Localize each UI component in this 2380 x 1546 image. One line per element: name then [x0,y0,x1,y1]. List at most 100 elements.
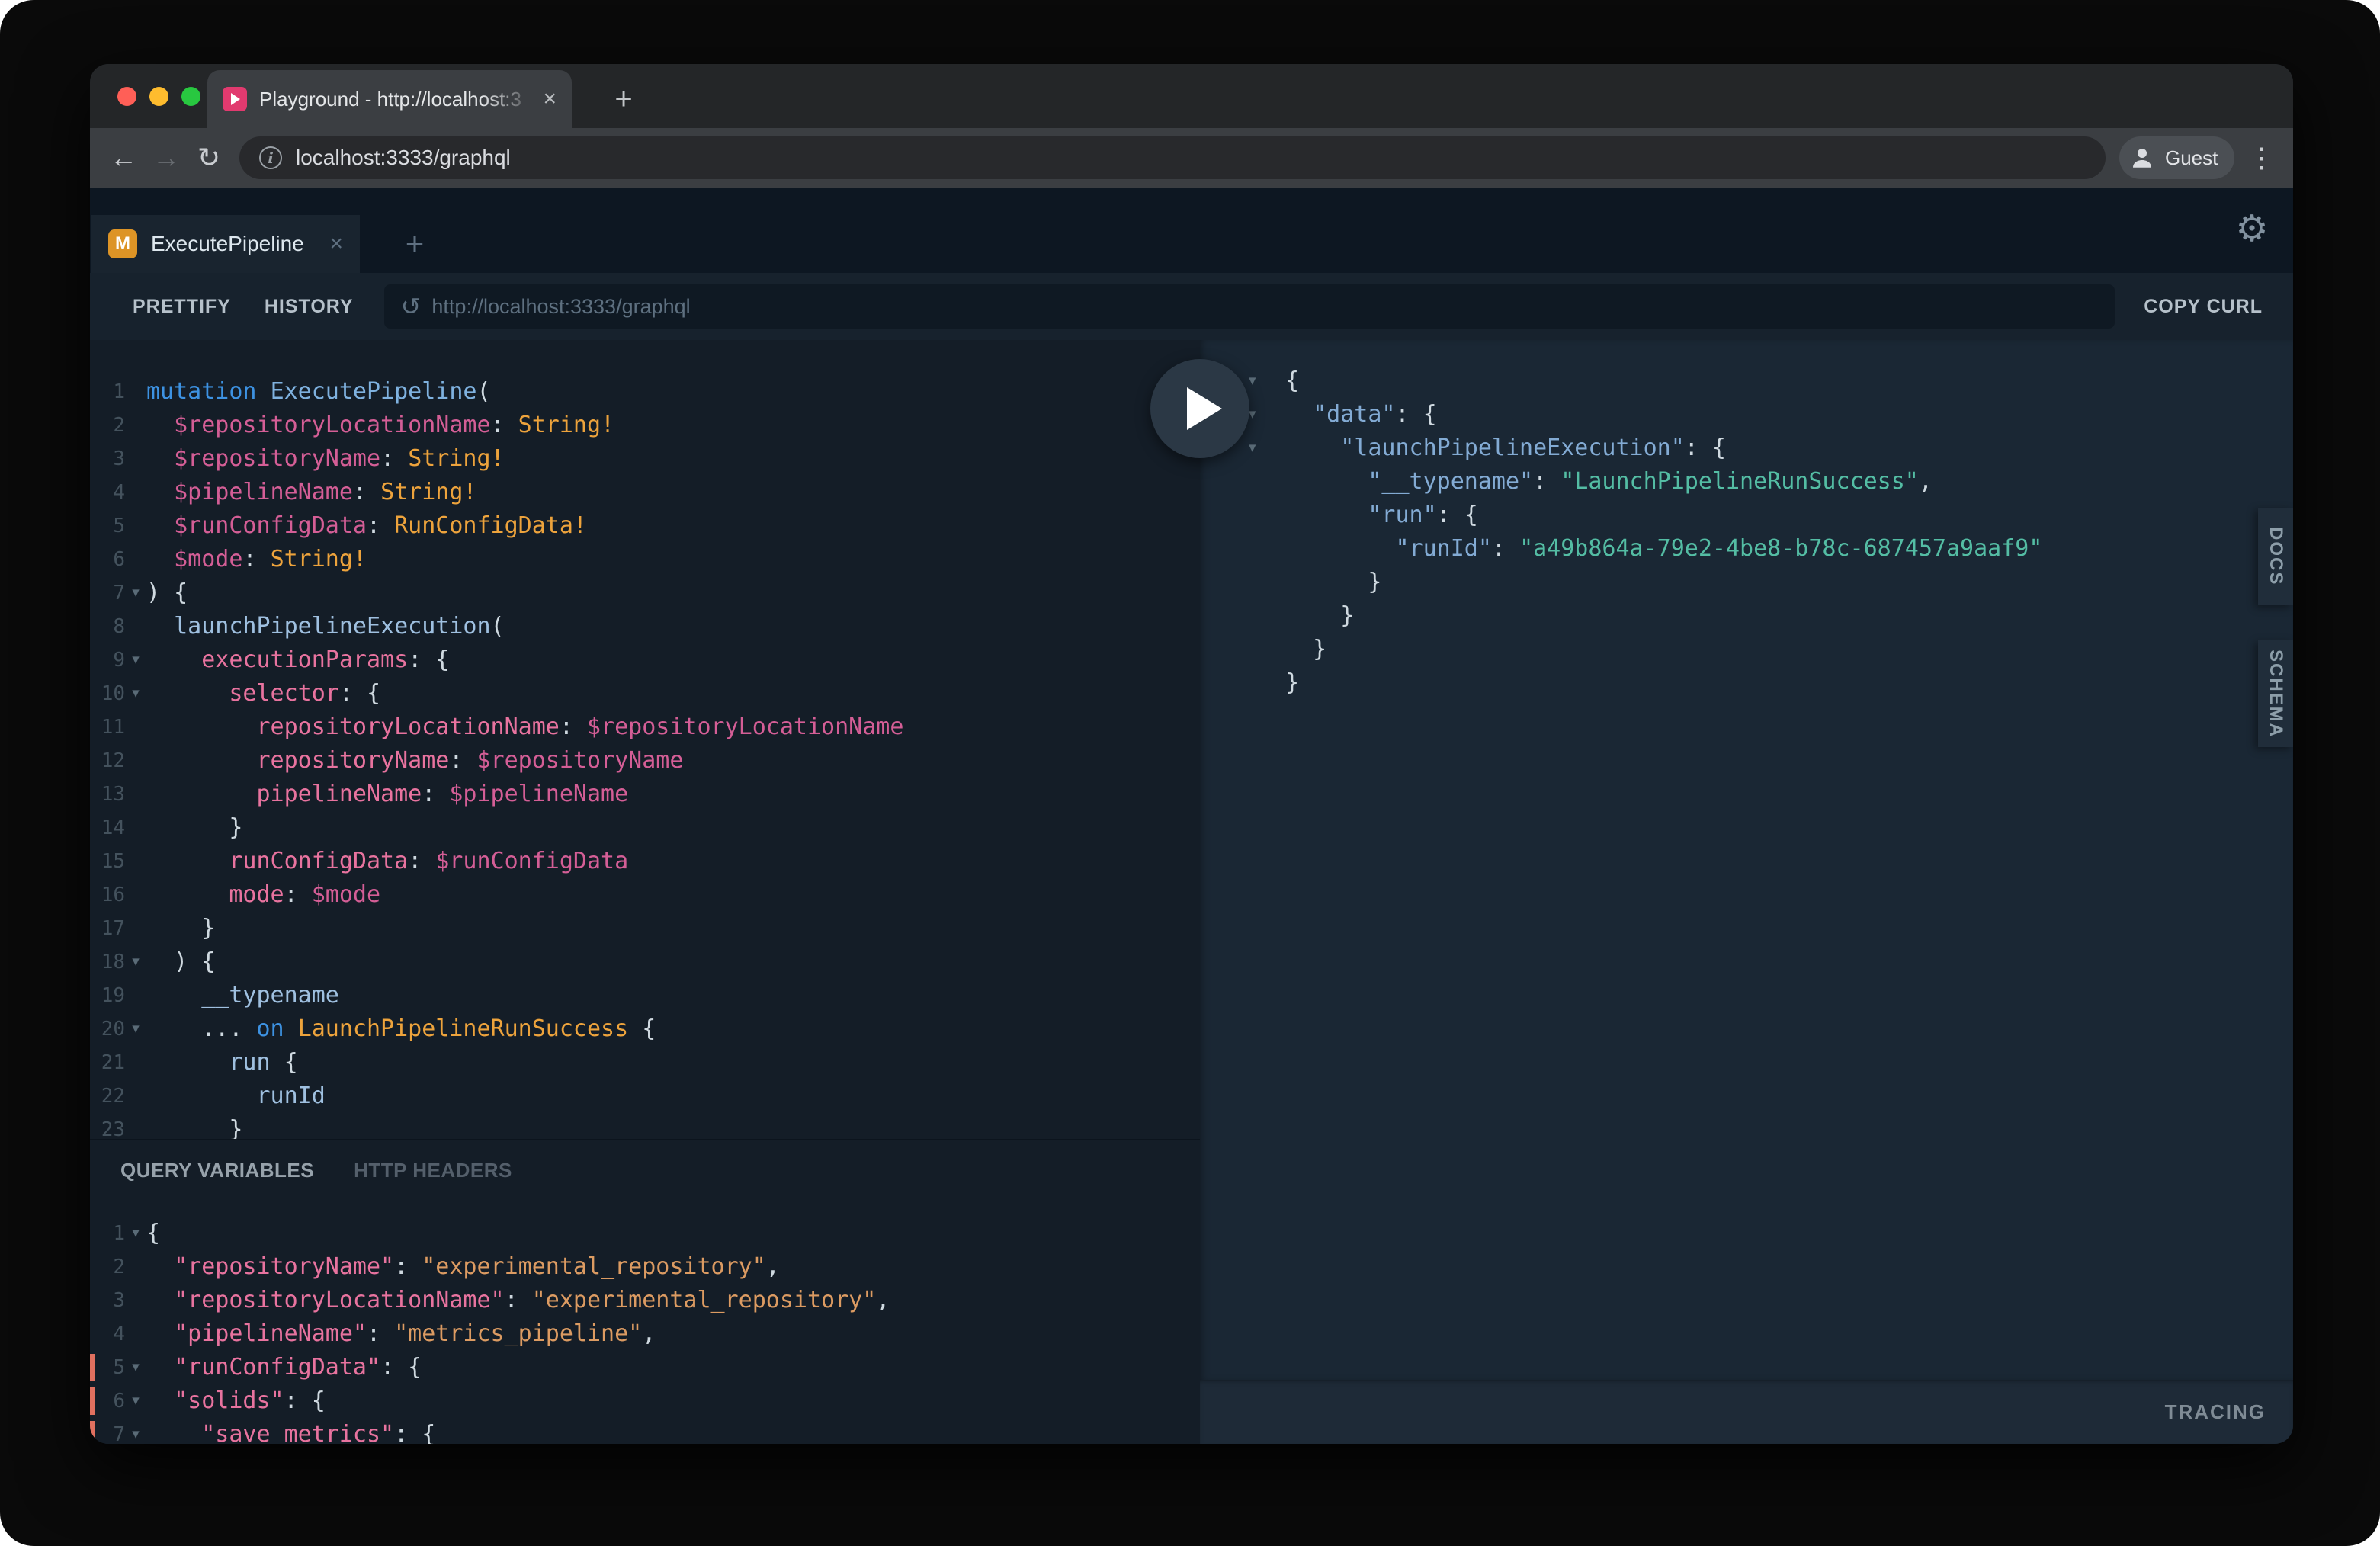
query-editor-line[interactable]: 13 pipelineName: $pipelineName [90,778,1200,811]
query-editor-line[interactable]: 22 runId [90,1079,1200,1113]
response-line[interactable]: "__typename": "LaunchPipelineRunSuccess"… [1200,465,2293,499]
browser-window: Playground - http://localhost:3 × + ← → … [90,64,2293,1444]
fold-arrow-icon[interactable]: ▾ [125,1012,146,1046]
response-line[interactable]: "run": { [1200,499,2293,532]
fold-arrow-icon [1244,566,1285,599]
endpoint-input[interactable]: ↺ http://localhost:3333/graphql [384,284,2115,329]
browser-menu-icon[interactable]: ⋮ [2240,142,2282,174]
copy-curl-button[interactable]: COPY CURL [2128,285,2267,329]
response-line[interactable]: } [1200,666,2293,700]
new-tab-button[interactable]: + [605,81,642,117]
fold-arrow-icon [125,476,146,509]
response-line[interactable]: ▾ "launchPipelineExecution": { [1200,431,2293,465]
query-editor-line[interactable]: 9▾ executionParams: { [90,643,1200,677]
variables-editor[interactable]: 1▾{2 "repositoryName": "experimental_rep… [90,1188,1200,1444]
query-editor-line[interactable]: 14 } [90,811,1200,845]
reload-schema-icon[interactable]: ↺ [401,294,422,319]
query-editor[interactable]: 1mutation ExecutePipeline(2 $repositoryL… [90,340,1200,1139]
maximize-window-button[interactable] [181,87,200,106]
history-button[interactable]: HISTORY [248,285,370,329]
fold-arrow-icon[interactable]: ▾ [125,1384,146,1418]
response-line[interactable]: ▾ "data": { [1200,398,2293,431]
reload-button-icon[interactable]: ↻ [188,142,230,174]
query-editor-line[interactable]: 7▾) { [90,576,1200,610]
tab-close-icon[interactable]: × [543,88,557,111]
profile-button[interactable]: Guest [2119,136,2234,179]
code-text: "launchPipelineExecution": { [1285,431,1726,465]
query-editor-line[interactable]: 5 $runConfigData: RunConfigData! [90,509,1200,543]
query-editor-line[interactable]: 18▾ ) { [90,945,1200,979]
close-window-button[interactable] [117,87,136,106]
response-viewer[interactable]: ▾{▾ "data": {▾ "launchPipelineExecution"… [1200,340,2293,1380]
query-editor-line[interactable]: 19 __typename [90,979,1200,1012]
query-editor-line[interactable]: 15 runConfigData: $runConfigData [90,845,1200,878]
forward-button-icon[interactable]: → [145,142,188,174]
variables-line[interactable]: 2 "repositoryName": "experimental_reposi… [90,1250,1200,1284]
address-bar[interactable]: i localhost:3333/graphql [239,136,2106,179]
http-headers-tab[interactable]: HTTP HEADERS [354,1159,512,1182]
settings-gear-icon[interactable]: ⚙ [2229,206,2275,252]
docs-side-tab[interactable]: DOCS [2258,508,2293,605]
response-line[interactable]: } [1200,599,2293,633]
playground-tab-close-icon[interactable]: × [329,233,343,255]
variables-line[interactable]: 3 "repositoryLocationName": "experimenta… [90,1284,1200,1317]
tracing-bar[interactable]: TRACING [1200,1380,2293,1444]
fold-arrow-icon[interactable]: ▾ [125,643,146,677]
fold-arrow-icon[interactable]: ▾ [125,677,146,710]
browser-tab[interactable]: Playground - http://localhost:3 × [207,70,572,128]
query-editor-line[interactable]: 21 run { [90,1046,1200,1079]
playground-new-tab-button[interactable]: + [393,223,436,265]
query-editor-line[interactable]: 17 } [90,912,1200,945]
code-text: "repositoryName": "experimental_reposito… [146,1250,780,1284]
query-editor-line[interactable]: 11 repositoryLocationName: $repositoryLo… [90,710,1200,744]
query-editor-line[interactable]: 3 $repositoryName: String! [90,442,1200,476]
code-text: $pipelineName: String! [146,476,477,509]
query-editor-line[interactable]: 2 $repositoryLocationName: String! [90,409,1200,442]
line-number: 12 [90,744,125,778]
fold-arrow-icon[interactable]: ▾ [125,1351,146,1384]
back-button-icon[interactable]: ← [102,142,145,174]
fold-arrow-icon[interactable]: ▾ [125,945,146,979]
fold-arrow-icon[interactable]: ▾ [125,1418,146,1444]
query-editor-line[interactable]: 23 } [90,1113,1200,1139]
query-editor-line[interactable]: 6 $mode: String! [90,543,1200,576]
query-editor-line[interactable]: 10▾ selector: { [90,677,1200,710]
fold-arrow-icon [125,1046,146,1079]
variables-line[interactable]: 7▾ "save_metrics": { [90,1418,1200,1444]
code-text: ) { [146,576,188,610]
query-editor-line[interactable]: 8 launchPipelineExecution( [90,610,1200,643]
line-number: 4 [90,1317,125,1351]
response-line[interactable]: "runId": "a49b864a-79e2-4be8-b78c-687457… [1200,532,2293,566]
fold-arrow-icon[interactable]: ▾ [125,576,146,610]
line-number: 14 [90,811,125,845]
execute-query-button[interactable] [1150,359,1249,458]
fold-arrow-icon[interactable]: ▾ [1244,364,1285,398]
playground-tab-executepipeline[interactable]: M ExecutePipeline × [91,215,360,273]
response-line[interactable]: ▾{ [1200,364,2293,398]
query-editor-line[interactable]: 16 mode: $mode [90,878,1200,912]
query-variables-tab[interactable]: QUERY VARIABLES [120,1159,314,1182]
variables-line[interactable]: 6▾ "solids": { [90,1384,1200,1418]
query-editor-line[interactable]: 1mutation ExecutePipeline( [90,375,1200,409]
fold-arrow-icon[interactable]: ▾ [1244,398,1285,431]
fold-arrow-icon [1244,666,1285,700]
variables-line[interactable]: 4 "pipelineName": "metrics_pipeline", [90,1317,1200,1351]
schema-side-tab[interactable]: SCHEMA [2258,640,2293,747]
code-text: runConfigData: $runConfigData [146,845,628,878]
variables-line[interactable]: 1▾{ [90,1217,1200,1250]
response-line[interactable]: } [1200,633,2293,666]
line-number: 2 [90,1250,125,1284]
code-text: "__typename": "LaunchPipelineRunSuccess"… [1285,465,1933,499]
query-editor-line[interactable]: 20▾ ... on LaunchPipelineRunSuccess { [90,1012,1200,1046]
response-line[interactable]: } [1200,566,2293,599]
variables-line[interactable]: 5▾ "runConfigData": { [90,1351,1200,1384]
fold-arrow-icon[interactable]: ▾ [1244,431,1285,465]
code-text: ) { [146,945,215,979]
query-editor-line[interactable]: 4 $pipelineName: String! [90,476,1200,509]
query-editor-line[interactable]: 12 repositoryName: $repositoryName [90,744,1200,778]
fold-arrow-icon[interactable]: ▾ [125,1217,146,1250]
minimize-window-button[interactable] [149,87,168,106]
prettify-button[interactable]: PRETTIFY [116,285,248,329]
site-info-icon[interactable]: i [259,146,282,169]
fold-arrow-icon [125,610,146,643]
